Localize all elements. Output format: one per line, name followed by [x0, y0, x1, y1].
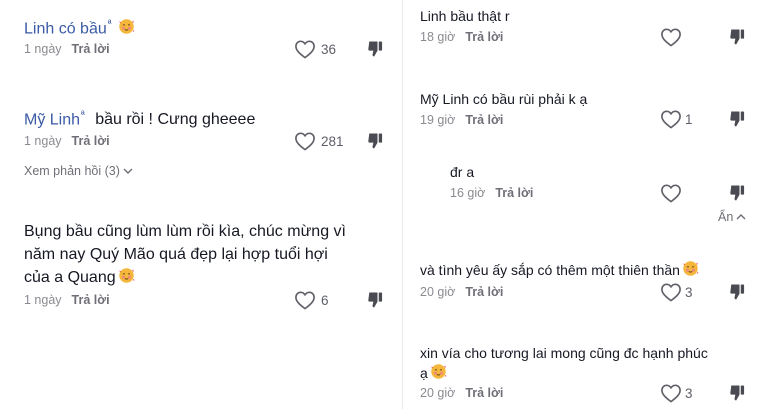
right-reply-column: Linh bầu thật r 18 giờ Trả lời Mỹ Linh có…	[405, 0, 780, 409]
reply-text-line-1: xin vía cho tương lai mong cũng đc hạnh …	[420, 345, 708, 361]
like-button[interactable]: 281	[294, 131, 344, 151]
reply-text: đr a	[450, 164, 475, 180]
reply-meta: 20 giờ Trả lời	[420, 386, 503, 400]
reply-text: Linh bầu thật r	[420, 8, 510, 24]
dislike-button[interactable]	[365, 290, 385, 315]
left-comment-column: Linh có bầuª 1 ngày Trả lời 36 Mỹ Linhª b…	[0, 0, 400, 409]
reply-meta: 16 giờ Trả lời	[450, 186, 533, 200]
comment-2-header: Mỹ Linhª bầu rồi ! Cưng gheeee	[24, 105, 255, 131]
reply-button[interactable]: Trả lời	[72, 293, 110, 307]
thumb-down-icon	[727, 109, 747, 129]
comment-time: 1 ngày	[24, 293, 62, 307]
reply-time: 18 giờ	[420, 30, 456, 44]
heart-icon	[660, 27, 682, 47]
like-button[interactable]: 3	[660, 383, 693, 403]
dislike-button[interactable]	[727, 183, 747, 208]
heart-icon	[294, 39, 316, 59]
heart-icon	[660, 183, 682, 203]
reply-meta: 20 giờ Trả lời	[420, 285, 503, 299]
thumb-down-icon	[727, 383, 747, 403]
reply-button[interactable]: Trả lời	[465, 113, 503, 127]
blush-hearts-emoji-icon	[430, 363, 447, 380]
reply-meta: 19 giờ Trả lời	[420, 113, 503, 127]
dislike-button[interactable]	[727, 383, 747, 408]
comment-author[interactable]: Linh có bầu	[24, 20, 107, 37]
reply-button[interactable]: Trả lời	[465, 285, 503, 299]
like-button[interactable]: 6	[294, 290, 329, 310]
heart-icon	[660, 383, 682, 403]
blush-hearts-emoji-icon	[682, 260, 699, 277]
reply-button[interactable]: Trả lời	[72, 42, 110, 56]
reply-time: 20 giờ	[420, 386, 456, 400]
author-tag: ª	[107, 19, 112, 30]
like-button[interactable]: 3	[660, 282, 693, 302]
comment-text-line-3: của a Quang	[24, 267, 135, 289]
reply-text: và tình yêu ấy sắp có thêm một thiên thầ…	[420, 262, 680, 278]
dislike-button[interactable]	[727, 282, 747, 307]
blush-hearts-emoji-icon	[118, 267, 135, 284]
chevron-down-icon	[122, 165, 134, 177]
comment-meta: 1 ngày Trả lời	[24, 293, 110, 307]
reply-button[interactable]: Trả lời	[72, 134, 110, 148]
comment-author[interactable]: Mỹ Linh	[24, 111, 80, 128]
like-count: 281	[321, 133, 344, 149]
reply-button[interactable]: Trả lời	[495, 186, 533, 200]
comment-text: bầu rồi ! Cưng gheeee	[95, 111, 256, 129]
hide-replies-label: Ẩn	[718, 210, 734, 224]
reply-text: Mỹ Linh có bầu rùi phải k ạ	[420, 91, 588, 107]
comment-meta: 1 ngày Trả lời	[24, 42, 110, 56]
hide-replies-link[interactable]: Ẩn	[718, 210, 747, 224]
comment-text-line-1: Bụng bầu cũng lùm lùm rồi kìa, chúc mừng…	[24, 223, 346, 240]
reply-time: 20 giờ	[420, 285, 456, 299]
dislike-button[interactable]	[727, 109, 747, 134]
like-count: 6	[321, 292, 329, 308]
like-count: 3	[685, 284, 693, 300]
dislike-button[interactable]	[727, 27, 747, 52]
dislike-button[interactable]	[365, 131, 385, 156]
like-button[interactable]: 36	[294, 39, 336, 59]
reply-time: 19 giờ	[420, 113, 456, 127]
reply-time: 16 giờ	[450, 186, 486, 200]
dislike-button[interactable]	[365, 39, 385, 64]
heart-icon	[294, 131, 316, 151]
like-count: 1	[685, 111, 693, 127]
reply-text-line: và tình yêu ấy sắp có thêm một thiên thầ…	[420, 259, 699, 281]
like-count: 36	[321, 41, 337, 57]
thumb-down-icon	[365, 131, 385, 151]
heart-icon	[660, 282, 682, 302]
comment-text-line-2: năm nay Quý Mão quá đẹp lại hợp tuổi hợi	[24, 246, 328, 263]
comment-meta: 1 ngày Trả lời	[24, 134, 110, 148]
view-replies-link[interactable]: Xem phản hồi (3)	[24, 164, 134, 178]
reply-meta: 18 giờ Trả lời	[420, 30, 503, 44]
heart-icon	[660, 109, 682, 129]
reply-button[interactable]: Trả lời	[465, 386, 503, 400]
comment-time: 1 ngày	[24, 134, 62, 148]
author-tag: ª	[81, 110, 85, 121]
column-divider	[402, 0, 403, 409]
reply-button[interactable]: Trả lời	[465, 30, 503, 44]
comment-1-header: Linh có bầuª	[24, 14, 135, 40]
blush-hearts-emoji-icon	[118, 18, 135, 35]
comment-time: 1 ngày	[24, 42, 62, 56]
thumb-down-icon	[365, 39, 385, 59]
reply-text-line-2-label: ạ	[420, 365, 428, 381]
thumb-down-icon	[727, 183, 747, 203]
like-button[interactable]	[660, 183, 682, 203]
thumb-down-icon	[365, 290, 385, 310]
thumb-down-icon	[727, 27, 747, 47]
chevron-up-icon	[735, 211, 747, 223]
reply-text-line-2: ạ	[420, 362, 447, 384]
like-button[interactable]	[660, 27, 682, 47]
heart-icon	[294, 290, 316, 310]
like-button[interactable]: 1	[660, 109, 693, 129]
comment-text-line-3-label: của a Quang	[24, 269, 116, 286]
thumb-down-icon	[727, 282, 747, 302]
like-count: 3	[685, 385, 693, 401]
view-replies-label: Xem phản hồi (3)	[24, 164, 120, 178]
